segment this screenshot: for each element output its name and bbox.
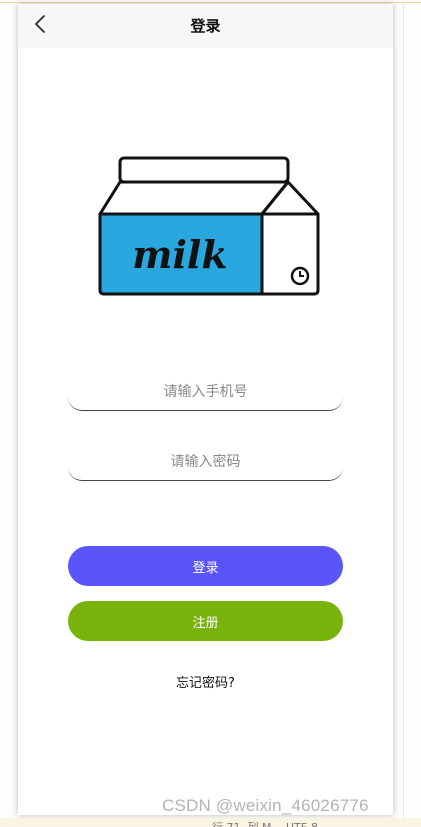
status-text: 行 71, 列 M… UTF-8 … (212, 819, 333, 827)
login-button[interactable]: 登录 (68, 546, 343, 586)
phone-field[interactable] (68, 374, 343, 411)
back-button[interactable] (28, 12, 52, 36)
top-divider (0, 2, 421, 3)
chevron-left-icon (35, 15, 45, 33)
page-title: 登录 (190, 17, 221, 35)
forgot-password-link[interactable]: 忘记密码? (18, 672, 393, 691)
milk-text: milk (132, 232, 227, 277)
phone-screen: 登录 milk 登录 注册 忘记密码? (18, 4, 393, 815)
phone-input[interactable] (68, 374, 343, 410)
nav-header: 登录 (18, 4, 393, 48)
register-button[interactable]: 注册 (68, 601, 343, 641)
password-field[interactable] (68, 444, 343, 481)
milk-carton-logo: milk (98, 156, 320, 296)
watermark: CSDN @weixin_46026776 (162, 796, 369, 815)
password-input[interactable] (68, 444, 343, 480)
status-bar: 行 71, 列 M… UTF-8 … (0, 818, 421, 827)
side-divider (403, 3, 404, 818)
